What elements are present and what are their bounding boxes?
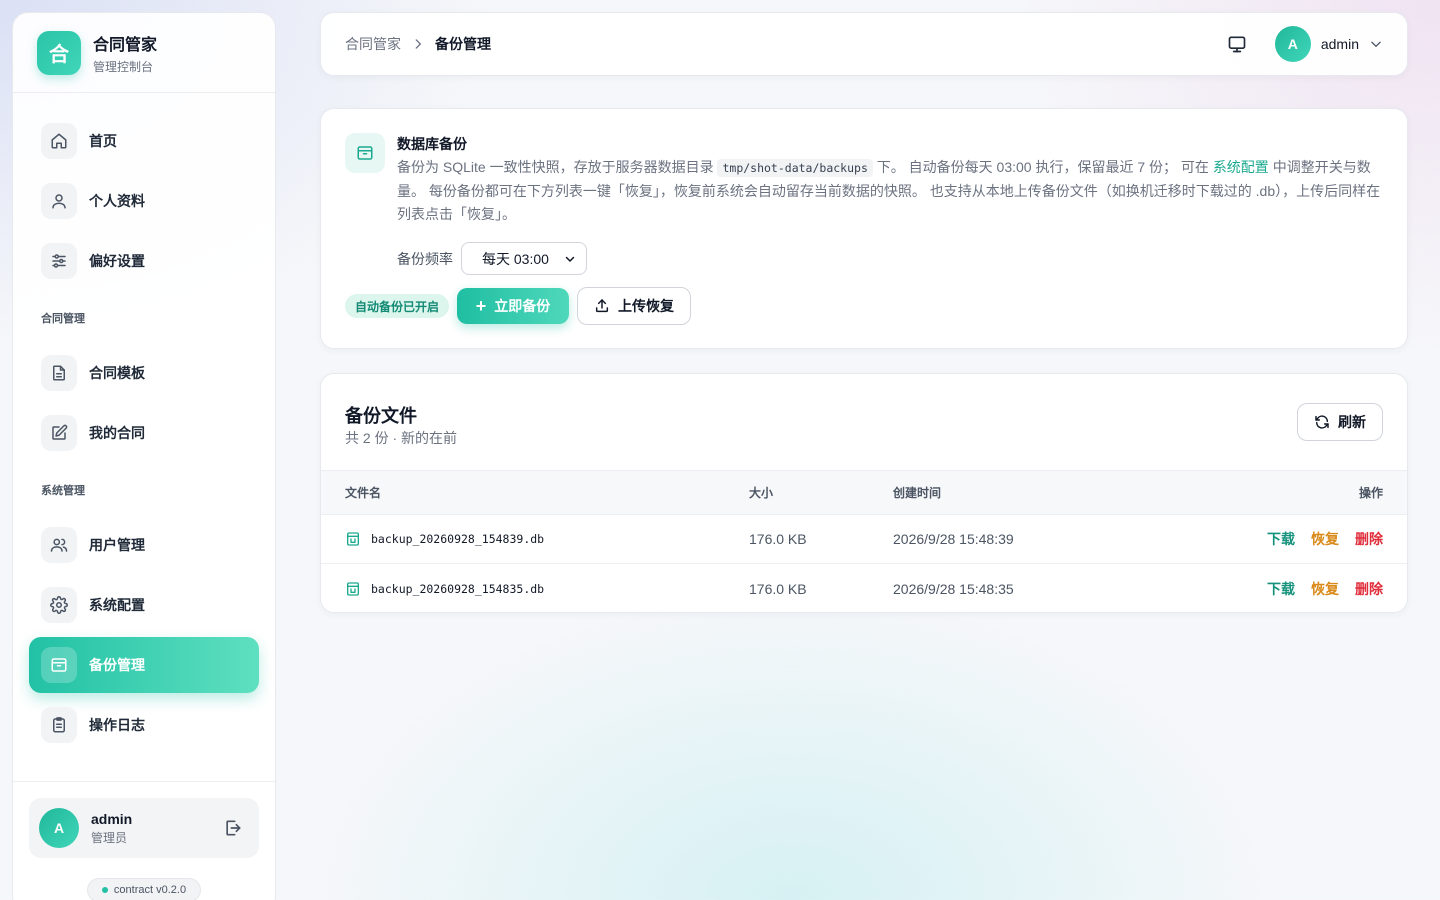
logout-icon[interactable] [219,814,247,842]
file-created-time: 2026/9/28 15:48:35 [893,580,1014,597]
upload-restore-label: 上传恢复 [618,298,675,314]
sidebar-item-label: 首页 [89,133,117,149]
brand-title: 合同管家 [93,36,158,54]
chevron-down-icon [564,253,576,265]
refresh-button[interactable]: 刷新 [1297,403,1383,441]
sidebar-item-users[interactable]: 用户管理 [29,517,259,573]
sidebar-nav: 首页 个人资料 偏好设置 合同管理 合同模板 我的合同 系统管理 用户管理 系统… [29,113,259,757]
download-button[interactable]: 下载 [1267,529,1295,549]
sidebar-item-label: 备份管理 [89,657,145,673]
file-created-time: 2026/9/28 15:48:39 [893,531,1014,547]
sidebar-item-templates[interactable]: 合同模板 [29,345,259,401]
backup-path: tmp/shot-data/backups [717,159,873,177]
file-name: backup_20260928_154835.db [371,581,545,596]
system-config-link[interactable]: 系统配置 [1213,159,1269,175]
file-text-icon [41,355,77,391]
sidebar-item-label: 个人资料 [89,193,145,209]
delete-button[interactable]: 删除 [1355,579,1383,599]
file-size: 176.0 KB [749,580,807,597]
sidebar-user-role: 管理员 [91,830,128,845]
file-name: backup_20260928_154839.db [371,532,545,546]
home-icon [41,123,77,159]
database-backup-card: 数据库备份 备份为 SQLite 一致性快照，存放于服务器数据目录 tmp/sh… [320,108,1408,349]
plus-icon: + [475,296,487,316]
nav-section-contract: 合同管理 [41,313,85,325]
user-icon [41,183,77,219]
chevron-right-icon [411,37,425,51]
brand: 合 合同管家 管理控制台 [13,13,275,93]
download-button[interactable]: 下载 [1267,579,1295,599]
refresh-icon [1315,415,1329,429]
sidebar-user-card: A admin 管理员 [29,798,259,858]
backup-desc-text: 备份为 SQLite 一致性快照，存放于服务器数据目录 [397,159,718,175]
backup-frequency-value: 每天 03:00 [482,250,549,267]
nav-section-system: 系统管理 [41,485,85,497]
sidebar-item-label: 偏好设置 [89,253,145,269]
header-user-menu[interactable]: A admin [1274,26,1383,62]
status-dot-icon [101,887,108,893]
delete-button[interactable]: 删除 [1355,529,1383,549]
sidebar-item-label: 我的合同 [89,425,145,441]
users-icon [41,527,77,563]
clipboard-icon [41,707,77,743]
sidebar-item-my-contracts[interactable]: 我的合同 [29,405,259,461]
edit-icon [41,415,77,451]
sidebar-footer: A admin 管理员 contract v0.2.0 [13,781,275,900]
sidebar-item-backup[interactable]: 备份管理 [29,637,259,693]
top-header: 合同管家 备份管理 A admin [320,12,1408,76]
archive-icon [345,133,385,173]
monitor-icon[interactable] [1221,28,1253,60]
breadcrumb-current: 备份管理 [435,36,491,52]
database-file-icon [345,531,361,547]
sidebar-item-preferences[interactable]: 偏好设置 [29,233,259,289]
sidebar-item-label: 操作日志 [89,717,145,733]
sidebar-item-profile[interactable]: 个人资料 [29,173,259,229]
brand-subtitle: 管理控制台 [93,59,154,74]
sidebar-item-label: 用户管理 [89,537,145,553]
header-user-name: admin [1320,36,1359,52]
sidebar: 合 合同管家 管理控制台 首页 个人资料 偏好设置 合同管理 合同模板 我的合同… [12,12,276,900]
backup-files-subtitle: 共 2 份 · 新的在前 [345,430,458,446]
sliders-icon [41,243,77,279]
file-size: 176.0 KB [749,531,807,547]
version-badge: contract v0.2.0 [87,878,201,900]
restore-button[interactable]: 恢复 [1311,529,1339,549]
column-header-name: 文件名 [345,486,382,500]
table-row: backup_20260928_154835.db 176.0 KB 2026/… [321,564,1407,612]
backup-frequency-label: 备份频率 [397,250,453,267]
backup-now-label: 立即备份 [494,298,551,314]
column-header-ops: 操作 [1358,486,1383,500]
sidebar-item-home[interactable]: 首页 [29,113,259,169]
sidebar-item-label: 合同模板 [89,365,145,381]
table-row: backup_20260928_154839.db 176.0 KB 2026/… [321,515,1407,564]
sidebar-item-label: 系统配置 [89,597,145,613]
gear-icon [41,587,77,623]
avatar: A [1274,26,1311,62]
avatar: A [39,808,79,848]
backup-files-card: 备份文件 共 2 份 · 新的在前 刷新 文件名 大小 创建时间 操作 back… [320,373,1408,613]
backup-frequency-select[interactable]: 每天 03:00 [461,242,587,275]
brand-logo: 合 [37,30,81,75]
backup-card-title: 数据库备份 [397,136,467,152]
backup-desc-text: 下。 自动备份每天 03:00 执行，保留最近 7 份； 可在 [872,159,1213,175]
breadcrumb-root[interactable]: 合同管家 [345,34,401,54]
column-header-size: 大小 [749,486,774,500]
upload-restore-button[interactable]: 上传恢复 [577,287,692,325]
column-header-time: 创建时间 [893,486,942,500]
backup-description: 备份为 SQLite 一致性快照，存放于服务器数据目录 tmp/shot-dat… [397,156,1383,226]
sidebar-item-operation-log[interactable]: 操作日志 [29,697,259,753]
database-file-icon [345,581,361,597]
backup-files-title: 备份文件 [345,406,417,426]
upload-icon [595,299,609,313]
version-label: contract v0.2.0 [113,884,187,896]
status-badge: 自动备份已开启 [345,294,450,318]
archive-icon [41,647,77,683]
restore-button[interactable]: 恢复 [1311,579,1339,599]
sidebar-user-name: admin [91,810,133,827]
table-header: 文件名 大小 创建时间 操作 [321,471,1407,515]
sidebar-item-system-config[interactable]: 系统配置 [29,577,259,633]
backup-now-button[interactable]: + 立即备份 [457,288,570,324]
refresh-label: 刷新 [1338,414,1366,430]
chevron-down-icon [1369,37,1383,51]
